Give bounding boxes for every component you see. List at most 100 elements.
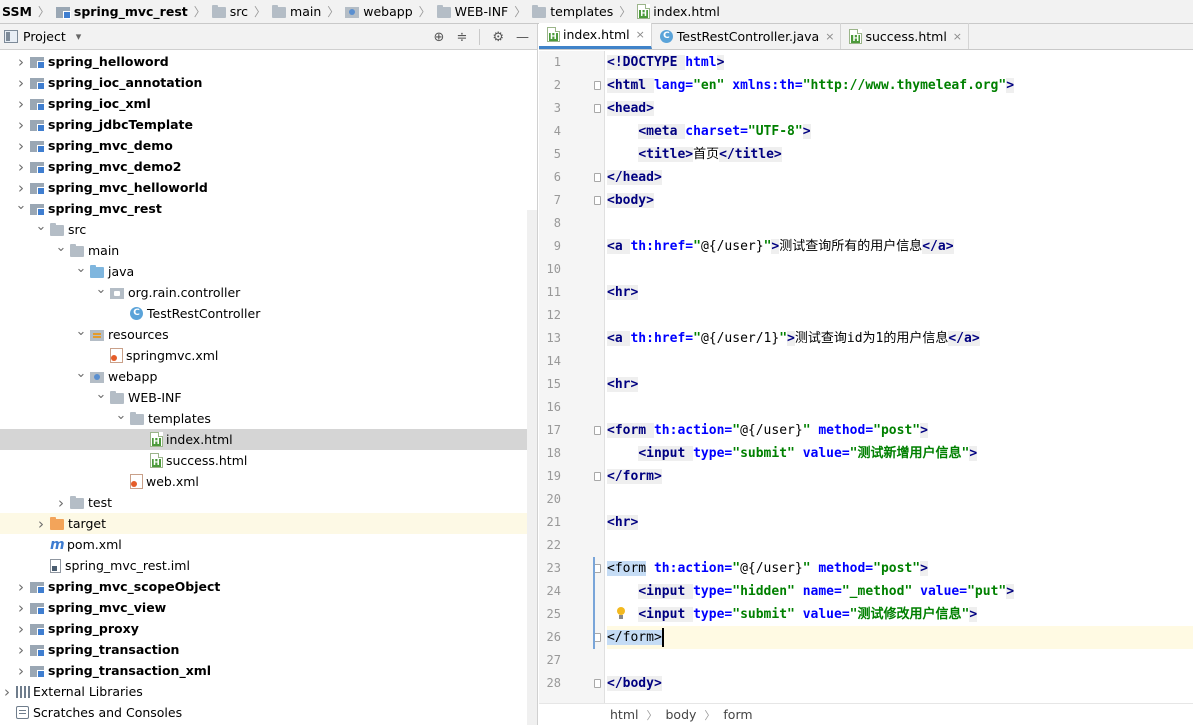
tree-item[interactable]: success.html xyxy=(0,450,537,471)
tree-item[interactable]: › spring_transaction xyxy=(0,639,537,660)
tree-item[interactable]: › spring_mvc_demo xyxy=(0,135,537,156)
tree-item[interactable]: springmvc.xml xyxy=(0,345,537,366)
code-line[interactable] xyxy=(607,396,1193,419)
chevron-right-icon[interactable]: › xyxy=(14,74,28,92)
code-line[interactable]: <html lang="en" xmlns:th="http://www.thy… xyxy=(607,74,1193,97)
breadcrumb-item[interactable]: src xyxy=(210,0,251,23)
structure-crumb[interactable]: html xyxy=(610,707,638,722)
tab-testrestcontroller-java[interactable]: C TestRestController.java × xyxy=(652,23,842,49)
fold-marker-icon[interactable] xyxy=(594,679,601,688)
code-line[interactable]: <form th:action="@{/user}" method="post"… xyxy=(607,557,1193,580)
chevron-down-icon[interactable]: ⌄ xyxy=(114,408,128,423)
code-line[interactable]: <form th:action="@{/user}" method="post"… xyxy=(607,419,1193,442)
tree-item[interactable]: ⌄ resources xyxy=(0,324,537,345)
close-icon[interactable]: × xyxy=(825,30,834,43)
tree-item[interactable]: C TestRestController xyxy=(0,303,537,324)
chevron-right-icon[interactable]: › xyxy=(14,137,28,155)
chevron-down-icon[interactable]: ⌄ xyxy=(74,366,88,381)
code-line[interactable]: </form> xyxy=(607,626,1193,649)
chevron-right-icon[interactable]: › xyxy=(14,620,28,638)
tree-item[interactable]: › spring_jdbcTemplate xyxy=(0,114,537,135)
tree-item[interactable]: spring_mvc_rest.iml xyxy=(0,555,537,576)
chevron-right-icon[interactable]: › xyxy=(14,599,28,617)
tree-item[interactable]: index.html xyxy=(0,429,537,450)
breadcrumb-item[interactable]: SSM xyxy=(0,0,35,23)
chevron-right-icon[interactable]: › xyxy=(14,641,28,659)
tree-item[interactable]: web.xml xyxy=(0,471,537,492)
chevron-right-icon[interactable]: › xyxy=(14,53,28,71)
tree-item[interactable]: › spring_mvc_scopeObject xyxy=(0,576,537,597)
structure-crumb[interactable]: body xyxy=(665,707,696,722)
tree-item[interactable]: › spring_ioc_xml xyxy=(0,93,537,114)
project-view-selector[interactable]: Project ▾ xyxy=(0,29,81,44)
chevron-right-icon[interactable]: › xyxy=(34,515,48,533)
close-icon[interactable]: × xyxy=(636,28,645,41)
code-line[interactable] xyxy=(607,350,1193,373)
structure-crumb[interactable]: form xyxy=(723,707,752,722)
fold-marker-icon[interactable] xyxy=(594,426,601,435)
collapse-all-icon[interactable]: ≑ xyxy=(456,30,467,45)
tree-item[interactable]: ⌄ WEB-INF xyxy=(0,387,537,408)
code-line[interactable] xyxy=(607,488,1193,511)
chevron-down-icon[interactable]: ⌄ xyxy=(54,240,68,255)
fold-marker-icon[interactable] xyxy=(594,633,601,642)
minimize-icon[interactable]: — xyxy=(516,30,529,45)
tab-index-html[interactable]: index.html × xyxy=(539,23,652,49)
code-line[interactable]: <body> xyxy=(607,189,1193,212)
breadcrumb-item[interactable]: templates xyxy=(530,0,616,23)
fold-marker-icon[interactable] xyxy=(594,81,601,90)
fold-marker-icon[interactable] xyxy=(594,564,601,573)
tree-item[interactable]: Scratches and Consoles xyxy=(0,702,537,723)
fold-marker-icon[interactable] xyxy=(594,196,601,205)
breadcrumb-item[interactable]: WEB-INF xyxy=(435,0,512,23)
chevron-right-icon[interactable]: › xyxy=(0,683,14,701)
tree-item[interactable]: m pom.xml xyxy=(0,534,537,555)
fold-marker-icon[interactable] xyxy=(594,173,601,182)
code-line[interactable]: <meta charset="UTF-8"> xyxy=(607,120,1193,143)
chevron-right-icon[interactable]: › xyxy=(14,179,28,197)
tree-item[interactable]: › spring_ioc_annotation xyxy=(0,72,537,93)
code-line[interactable]: <!DOCTYPE html> xyxy=(607,51,1193,74)
tree-item[interactable]: › spring_mvc_helloworld xyxy=(0,177,537,198)
chevron-down-icon[interactable]: ⌄ xyxy=(34,219,48,234)
tree-item[interactable]: › target xyxy=(0,513,537,534)
chevron-down-icon[interactable]: ⌄ xyxy=(74,324,88,339)
chevron-down-icon[interactable]: ⌄ xyxy=(14,198,28,213)
tree-item[interactable]: ⌄ webapp xyxy=(0,366,537,387)
code-line[interactable]: <head> xyxy=(607,97,1193,120)
code-line[interactable]: <input type="submit" value="测试新增用户信息"> xyxy=(607,442,1193,465)
tree-item[interactable]: › spring_transaction_xml xyxy=(0,660,537,681)
chevron-down-icon[interactable]: ⌄ xyxy=(94,282,108,297)
breadcrumb-item[interactable]: main xyxy=(270,0,324,23)
code-line[interactable] xyxy=(607,649,1193,672)
code-line[interactable] xyxy=(607,212,1193,235)
tree-item[interactable]: › spring_mvc_view xyxy=(0,597,537,618)
tree-item[interactable]: ⌄ java xyxy=(0,261,537,282)
tree-item[interactable]: › spring_mvc_demo2 xyxy=(0,156,537,177)
tree-item[interactable]: ⌄ spring_mvc_rest xyxy=(0,198,537,219)
close-icon[interactable]: × xyxy=(953,30,962,43)
chevron-right-icon[interactable]: › xyxy=(14,116,28,134)
code-line[interactable]: <hr> xyxy=(607,281,1193,304)
code-editor[interactable]: 1 2 3 4 5 6 7 8 9 10 11 12 13 14 15 16 17 18 19 20 21 22 23 24 2… xyxy=(539,51,1193,703)
code-line[interactable] xyxy=(607,304,1193,327)
code-line[interactable] xyxy=(607,534,1193,557)
fold-marker-icon[interactable] xyxy=(594,472,601,481)
target-icon[interactable]: ⊕ xyxy=(434,30,445,45)
fold-marker-icon[interactable] xyxy=(594,104,601,113)
tree-item[interactable]: › spring_proxy xyxy=(0,618,537,639)
breadcrumb-item[interactable]: index.html xyxy=(635,0,723,23)
lightbulb-icon[interactable] xyxy=(615,607,627,621)
code-line[interactable]: <hr> xyxy=(607,373,1193,396)
code-line[interactable]: </head> xyxy=(607,166,1193,189)
breadcrumb-item[interactable]: spring_mvc_rest xyxy=(54,0,191,23)
tree-item[interactable]: › spring_helloword xyxy=(0,51,537,72)
code-line[interactable]: <title>首页</title> xyxy=(607,143,1193,166)
tree-item[interactable]: ⌄ main xyxy=(0,240,537,261)
chevron-down-icon[interactable]: ⌄ xyxy=(94,387,108,402)
tree-item[interactable]: › test xyxy=(0,492,537,513)
code-line[interactable]: <hr> xyxy=(607,511,1193,534)
chevron-down-icon[interactable]: ▾ xyxy=(76,30,82,43)
chevron-right-icon[interactable]: › xyxy=(14,158,28,176)
chevron-right-icon[interactable]: › xyxy=(14,95,28,113)
